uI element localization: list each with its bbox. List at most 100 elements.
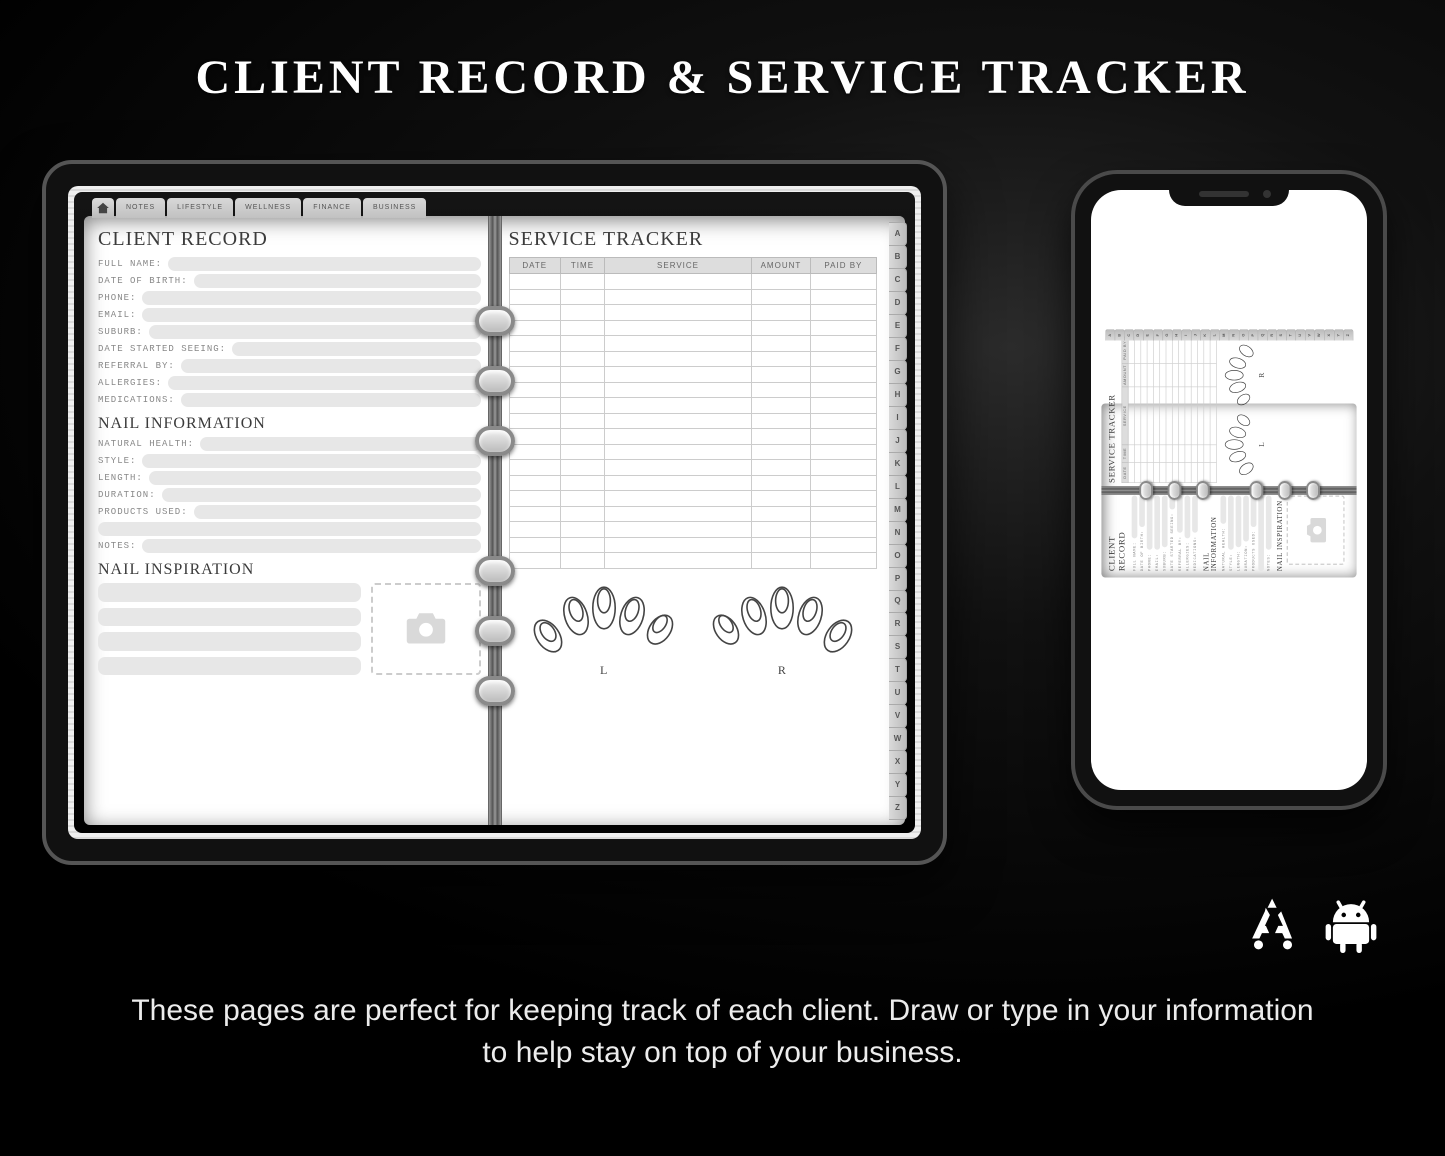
nail-box-6[interactable]: [142, 539, 480, 553]
alpha-tab-u[interactable]: U: [889, 681, 907, 705]
alpha-tab-c[interactable]: C: [889, 268, 907, 292]
table-cell[interactable]: [810, 367, 876, 383]
client-box-2[interactable]: [142, 291, 480, 305]
table-cell[interactable]: [810, 398, 876, 414]
table-cell[interactable]: [560, 351, 604, 367]
alpha-tab-i[interactable]: I: [889, 406, 907, 430]
table-cell[interactable]: [810, 413, 876, 429]
alpha-tab-a[interactable]: A: [889, 222, 907, 246]
table-cell[interactable]: [509, 305, 560, 321]
alpha-tab-x[interactable]: X: [889, 750, 907, 774]
table-cell[interactable]: [509, 413, 560, 429]
photo-drop-box[interactable]: [371, 583, 481, 675]
nail-box-3[interactable]: [162, 488, 481, 502]
table-cell[interactable]: [810, 320, 876, 336]
table-cell[interactable]: [752, 522, 811, 538]
table-cell[interactable]: [509, 351, 560, 367]
table-cell[interactable]: [752, 367, 811, 383]
table-cell[interactable]: [560, 429, 604, 445]
table-row[interactable]: [509, 553, 877, 569]
table-cell[interactable]: [560, 413, 604, 429]
table-cell[interactable]: [752, 382, 811, 398]
table-cell[interactable]: [810, 537, 876, 553]
nail-box-6[interactable]: [1266, 495, 1272, 549]
table-cell[interactable]: [605, 522, 752, 538]
top-tab-lifestyle[interactable]: LIFESTYLE: [167, 198, 233, 218]
table-cell[interactable]: [560, 398, 604, 414]
table-cell[interactable]: [752, 475, 811, 491]
table-cell[interactable]: [752, 553, 811, 569]
alpha-tab-g[interactable]: G: [1162, 329, 1172, 340]
table-cell[interactable]: [752, 289, 811, 305]
table-cell[interactable]: [560, 491, 604, 507]
table-row[interactable]: [509, 305, 877, 321]
table-cell[interactable]: [560, 475, 604, 491]
table-cell[interactable]: [810, 444, 876, 460]
nail-box-5[interactable]: [1258, 495, 1264, 571]
client-box-7[interactable]: [1185, 495, 1191, 538]
table-cell[interactable]: [560, 553, 604, 569]
alpha-tab-n[interactable]: N: [1229, 329, 1239, 340]
table-cell[interactable]: [560, 320, 604, 336]
client-box-6[interactable]: [181, 359, 481, 373]
alpha-tab-h[interactable]: H: [889, 383, 907, 407]
table-cell[interactable]: [752, 506, 811, 522]
table-cell[interactable]: [605, 444, 752, 460]
alpha-tab-m[interactable]: M: [889, 498, 907, 522]
table-cell[interactable]: [509, 537, 560, 553]
table-row[interactable]: [509, 351, 877, 367]
alpha-tab-s[interactable]: S: [889, 635, 907, 659]
alpha-tab-z[interactable]: Z: [889, 796, 907, 820]
alpha-tab-y[interactable]: Y: [1334, 329, 1344, 340]
client-box-8[interactable]: [1192, 495, 1198, 532]
top-tab-business[interactable]: BUSINESS: [363, 198, 426, 218]
table-cell[interactable]: [752, 274, 811, 290]
table-cell[interactable]: [605, 274, 752, 290]
table-cell[interactable]: [605, 289, 752, 305]
table-cell[interactable]: [509, 475, 560, 491]
nail-box-4[interactable]: [194, 505, 481, 519]
table-cell[interactable]: [810, 475, 876, 491]
table-row[interactable]: [509, 398, 877, 414]
alpha-tab-r[interactable]: R: [889, 612, 907, 636]
table-cell[interactable]: [560, 444, 604, 460]
table-cell[interactable]: [1210, 363, 1216, 386]
table-cell[interactable]: [752, 351, 811, 367]
table-cell[interactable]: [560, 367, 604, 383]
table-cell[interactable]: [810, 506, 876, 522]
alpha-tab-q[interactable]: Q: [889, 590, 907, 614]
table-cell[interactable]: [810, 429, 876, 445]
client-box-1[interactable]: [194, 274, 481, 288]
table-row[interactable]: [509, 336, 877, 352]
alpha-tab-e[interactable]: E: [1143, 329, 1153, 340]
table-row[interactable]: [509, 506, 877, 522]
home-tab[interactable]: [92, 198, 114, 218]
table-cell[interactable]: [810, 289, 876, 305]
nail-box-5[interactable]: [98, 522, 481, 536]
table-cell[interactable]: [605, 382, 752, 398]
table-cell[interactable]: [560, 305, 604, 321]
table-row[interactable]: [1210, 337, 1216, 483]
table-row[interactable]: [509, 522, 877, 538]
client-box-0[interactable]: [168, 257, 480, 271]
table-cell[interactable]: [509, 336, 560, 352]
table-cell[interactable]: [810, 553, 876, 569]
table-row[interactable]: [509, 320, 877, 336]
alpha-tab-l[interactable]: L: [889, 475, 907, 499]
table-cell[interactable]: [1210, 462, 1216, 482]
table-row[interactable]: [509, 444, 877, 460]
nail-box-0[interactable]: [200, 437, 480, 451]
table-cell[interactable]: [752, 429, 811, 445]
table-cell[interactable]: [509, 460, 560, 476]
nail-box-1[interactable]: [142, 454, 480, 468]
table-cell[interactable]: [560, 289, 604, 305]
table-row[interactable]: [509, 460, 877, 476]
alpha-tab-o[interactable]: O: [1238, 329, 1248, 340]
alpha-tab-g[interactable]: G: [889, 360, 907, 384]
table-cell[interactable]: [1210, 444, 1216, 461]
table-cell[interactable]: [752, 537, 811, 553]
client-box-3[interactable]: [1154, 495, 1160, 549]
table-cell[interactable]: [752, 305, 811, 321]
table-cell[interactable]: [752, 336, 811, 352]
table-cell[interactable]: [810, 382, 876, 398]
